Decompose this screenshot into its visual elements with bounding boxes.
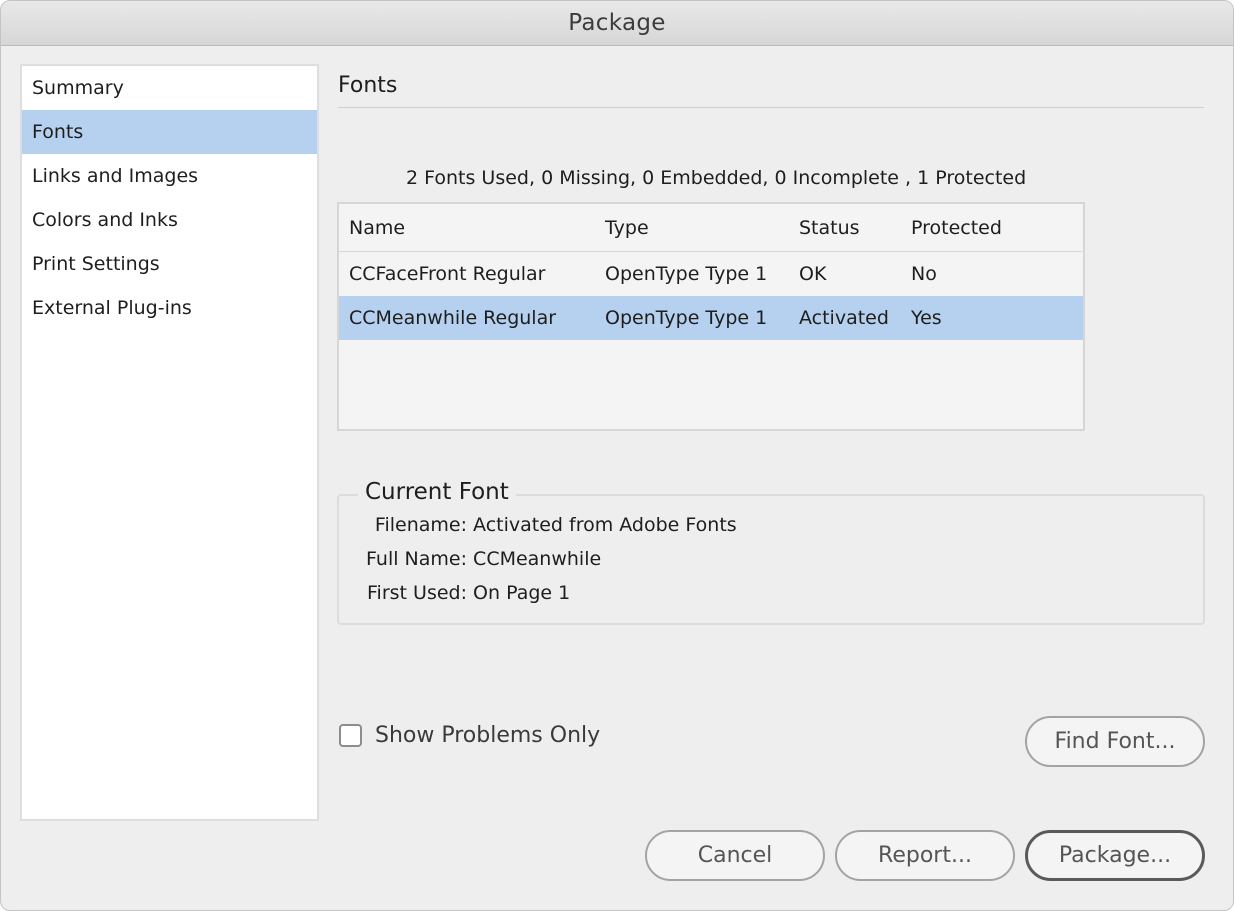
- fonts-summary: 2 Fonts Used, 0 Missing, 0 Embedded, 0 I…: [406, 167, 1027, 189]
- sidebar: Summary Fonts Links and Images Colors an…: [20, 64, 319, 821]
- table-header: Name Type Status Protected: [339, 204, 1083, 252]
- table-row-selected[interactable]: CCMeanwhile Regular OpenType Type 1 Acti…: [339, 296, 1083, 340]
- column-header-name[interactable]: Name: [349, 217, 405, 239]
- column-header-status[interactable]: Status: [799, 217, 860, 239]
- font-status-cell: Activated: [799, 307, 889, 329]
- sidebar-item-colors-and-inks[interactable]: Colors and Inks: [22, 198, 317, 242]
- font-protected-cell: Yes: [911, 307, 942, 329]
- fonts-table: Name Type Status Protected CCFaceFront R…: [337, 202, 1085, 431]
- font-type-cell: OpenType Type 1: [605, 263, 768, 285]
- sidebar-item-external-plugins[interactable]: External Plug-ins: [22, 286, 317, 330]
- table-row[interactable]: CCFaceFront Regular OpenType Type 1 OK N…: [339, 252, 1083, 296]
- current-font-legend: Current Font: [358, 479, 516, 505]
- fullname-value: CCMeanwhile: [473, 548, 602, 570]
- sidebar-item-links-and-images[interactable]: Links and Images: [22, 154, 317, 198]
- show-problems-only-option[interactable]: Show Problems Only: [339, 723, 600, 748]
- cancel-button[interactable]: Cancel: [645, 830, 825, 881]
- fullname-label: Full Name:: [366, 548, 467, 570]
- font-status-cell: OK: [799, 263, 827, 285]
- filename-row: Filename: Activated from Adobe Fonts: [357, 514, 737, 536]
- filename-value: Activated from Adobe Fonts: [473, 514, 737, 536]
- firstused-label: First Used:: [367, 582, 467, 604]
- sidebar-item-summary[interactable]: Summary: [22, 66, 317, 110]
- firstused-row: First Used: On Page 1: [357, 582, 570, 604]
- section-title: Fonts: [338, 73, 398, 98]
- column-header-protected[interactable]: Protected: [911, 217, 1002, 239]
- firstused-value: On Page 1: [473, 582, 571, 604]
- show-problems-only-label[interactable]: Show Problems Only: [375, 723, 600, 748]
- font-name-cell: CCFaceFront Regular: [349, 263, 546, 285]
- package-button[interactable]: Package...: [1025, 830, 1205, 881]
- report-button[interactable]: Report...: [835, 830, 1015, 881]
- column-header-type[interactable]: Type: [605, 217, 649, 239]
- window-title: Package: [568, 10, 666, 36]
- find-font-button[interactable]: Find Font...: [1025, 716, 1205, 767]
- sidebar-item-print-settings[interactable]: Print Settings: [22, 242, 317, 286]
- filename-label: Filename:: [374, 514, 467, 536]
- package-dialog: Package Summary Fonts Links and Images C…: [0, 0, 1234, 911]
- title-bar[interactable]: Package: [1, 1, 1233, 46]
- font-protected-cell: No: [911, 263, 937, 285]
- font-type-cell: OpenType Type 1: [605, 307, 768, 329]
- show-problems-only-checkbox[interactable]: [339, 724, 362, 747]
- sidebar-item-fonts[interactable]: Fonts: [22, 110, 317, 154]
- section-divider: [338, 107, 1204, 108]
- fullname-row: Full Name: CCMeanwhile: [357, 548, 601, 570]
- font-name-cell: CCMeanwhile Regular: [349, 307, 557, 329]
